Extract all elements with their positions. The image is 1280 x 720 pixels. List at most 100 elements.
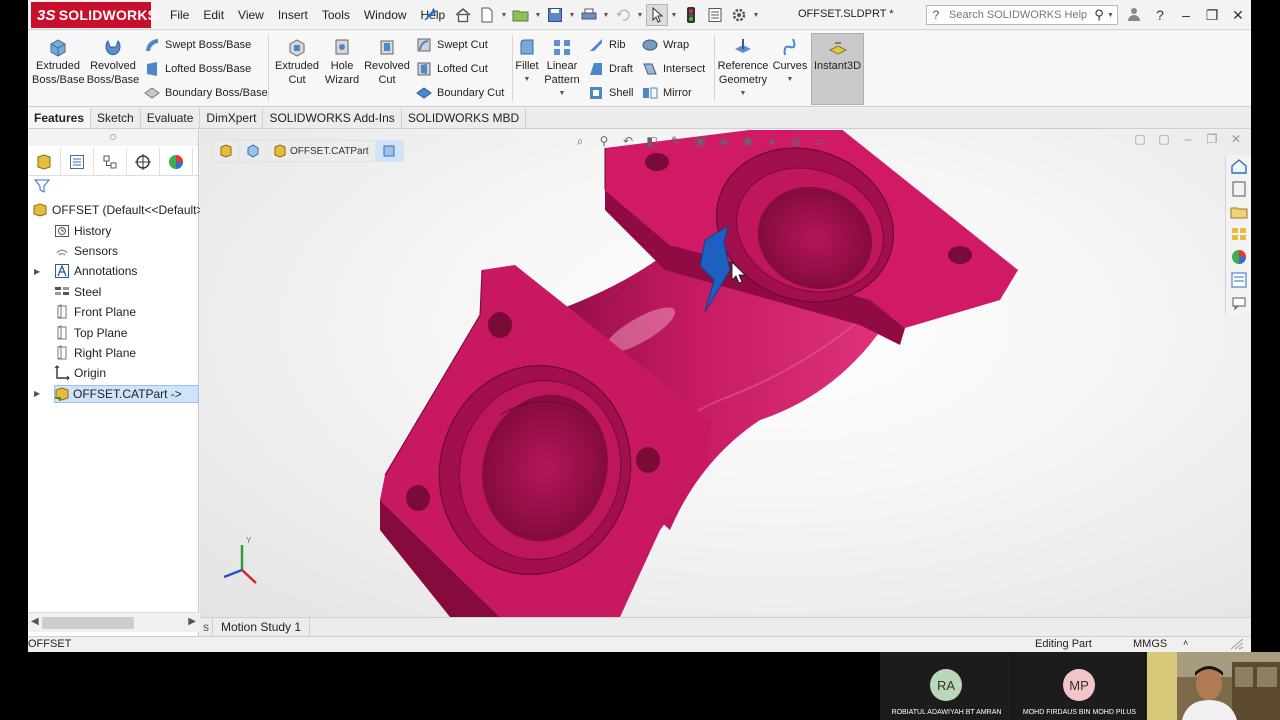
help-icon[interactable]: ? [1147, 7, 1173, 23]
previous-view-icon[interactable]: ↶ [618, 131, 638, 151]
chevron-down-icon[interactable]: ▼ [752, 4, 760, 26]
appearances-icon[interactable] [1226, 246, 1251, 269]
pin-menu-icon[interactable] [424, 7, 438, 21]
new-document-icon[interactable] [476, 4, 498, 26]
restore-icon[interactable]: ❐ [1199, 7, 1225, 24]
viewport-minimize-icon[interactable]: – [1179, 132, 1197, 146]
hole-wizard-button[interactable]: Hole Wizard [324, 37, 360, 87]
search-icon[interactable]: ⚲ [1091, 7, 1107, 23]
graphics-area[interactable]: OFFSET.CATPart ⌕ ⚲ ↶ ◧ ✎ ▣ ◈ ◉ ● ◍ ▭ ▢ ▢… [200, 130, 1251, 617]
displaymanager-tab-icon[interactable] [160, 148, 193, 176]
tab-mbd[interactable]: SOLIDWORKS MBD [402, 108, 527, 128]
swept-cut-button[interactable]: Swept Cut [416, 35, 488, 55]
chevron-down-icon[interactable]: ▼ [500, 4, 508, 26]
help-search-box[interactable]: ? Search SOLIDWORKS Help ⚲ ▼ [926, 5, 1118, 25]
custom-properties-icon[interactable] [1226, 269, 1251, 292]
select-cursor-icon[interactable] [646, 4, 668, 26]
menu-insert[interactable]: Insert [278, 8, 308, 22]
view-orientation-icon[interactable]: ▣ [690, 131, 710, 151]
scroll-right-icon[interactable]: ▶ [188, 616, 196, 627]
boundary-cut-button[interactable]: Boundary Cut [416, 83, 504, 103]
view-settings-icon[interactable]: ▭ [810, 131, 830, 151]
propertymanager-tab-icon[interactable] [61, 148, 94, 176]
menu-tools[interactable]: Tools [322, 8, 350, 22]
section-view-icon[interactable]: ◧ [642, 131, 662, 151]
menu-edit[interactable]: Edit [203, 8, 224, 22]
curves-button[interactable]: Curves ▼ [772, 37, 808, 87]
save-icon[interactable] [544, 4, 566, 26]
linear-pattern-button[interactable]: Linear Pattern ▼ [542, 37, 582, 101]
tree-item-right-plane[interactable]: Right Plane [28, 343, 198, 363]
chevron-down-icon[interactable]: ▼ [636, 4, 644, 26]
tree-item-origin[interactable]: Origin [28, 363, 198, 383]
unit-system-selector[interactable]: MMGS [1133, 638, 1167, 650]
zoom-area-icon[interactable]: ⚲ [594, 131, 614, 151]
participant-tile[interactable]: RA ROBIATUL ADAWIYAH BT AMRAN [880, 652, 1013, 720]
options-gear-icon[interactable] [728, 4, 750, 26]
tree-item-annotations[interactable]: ▶ Annotations [28, 261, 198, 281]
chevron-up-icon[interactable]: ˄ [1183, 638, 1188, 648]
breadcrumb-feature[interactable]: OFFSET.CATPart [267, 140, 376, 162]
revolved-boss-button[interactable]: Revolved Boss/Base [86, 37, 140, 87]
tree-item-imported-body[interactable]: ▶ OFFSET.CATPart -> [28, 384, 199, 404]
scrollbar-thumb[interactable] [42, 617, 134, 629]
file-properties-icon[interactable] [704, 4, 726, 26]
solidworks-logo[interactable]: 3S SOLIDWORKS [31, 2, 157, 28]
revolved-cut-button[interactable]: Revolved Cut [362, 37, 412, 87]
tree-item-material[interactable]: Steel [28, 282, 198, 302]
menu-window[interactable]: Window [364, 8, 407, 22]
hide-show-items-icon[interactable]: ◉ [738, 131, 758, 151]
file-explorer-icon[interactable] [1226, 201, 1251, 224]
tab-model-truncated[interactable]: s [200, 618, 213, 636]
rebuild-traffic-light-icon[interactable] [680, 4, 702, 26]
lofted-cut-button[interactable]: Lofted Cut [416, 59, 488, 79]
tree-item-front-plane[interactable]: Front Plane [28, 302, 198, 322]
swept-boss-button[interactable]: Swept Boss/Base [144, 35, 251, 55]
chevron-down-icon[interactable]: ▼ [1107, 12, 1117, 19]
viewport-restore-icon[interactable]: ❐ [1203, 132, 1221, 146]
expand-arrow-icon[interactable]: ▶ [34, 267, 40, 276]
viewport-split-icon[interactable]: ▢ [1131, 132, 1149, 146]
chevron-down-icon[interactable]: ▼ [772, 73, 808, 87]
chevron-down-icon[interactable]: ▼ [534, 4, 542, 26]
zoom-to-fit-icon[interactable]: ⌕ [570, 131, 590, 151]
mirror-button[interactable]: Mirror [642, 83, 692, 103]
tab-addins[interactable]: SOLIDWORKS Add-Ins [263, 108, 402, 128]
filter-icon[interactable] [33, 178, 51, 194]
scroll-left-icon[interactable]: ◀ [31, 616, 39, 627]
chevron-down-icon[interactable]: ▼ [542, 87, 582, 101]
tree-item-history[interactable]: History [28, 220, 198, 240]
expand-arrow-icon[interactable]: ▶ [34, 389, 40, 398]
participant-tile[interactable]: MP MOHD FIRDAUS BIN MOHD PILUS [1013, 652, 1146, 720]
wrap-button[interactable]: Wrap [642, 35, 689, 55]
fillet-button[interactable]: Fillet ▼ [514, 37, 540, 87]
tab-features[interactable]: Features [28, 108, 92, 128]
reference-geometry-button[interactable]: Reference Geometry ▼ [716, 37, 770, 101]
forum-icon[interactable] [1226, 292, 1251, 315]
print-icon[interactable] [578, 4, 600, 26]
tree-item-sensors[interactable]: Sensors [28, 241, 198, 261]
presenter-camera-feed[interactable] [1147, 652, 1280, 720]
breadcrumb-body-icon[interactable] [240, 140, 267, 162]
configurationmanager-tab-icon[interactable] [94, 148, 127, 176]
boundary-boss-button[interactable]: Boundary Boss/Base [144, 83, 268, 103]
tree-root[interactable]: OFFSET (Default<<Default>_ [28, 200, 210, 220]
undo-icon[interactable] [612, 4, 634, 26]
edit-appearance-icon[interactable]: ● [762, 131, 782, 151]
menu-file[interactable]: File [170, 8, 189, 22]
featuremanager-tab-icon[interactable] [28, 148, 61, 176]
offset-elbow-model[interactable] [200, 130, 1251, 617]
dimxpertmanager-tab-icon[interactable] [127, 148, 160, 176]
user-account-icon[interactable] [1121, 7, 1147, 24]
design-library-icon[interactable] [1226, 178, 1251, 201]
tab-dimxpert[interactable]: DimXpert [200, 108, 264, 128]
search-input[interactable]: Search SOLIDWORKS Help [945, 9, 1091, 21]
lofted-boss-button[interactable]: Lofted Boss/Base [144, 59, 251, 79]
rib-button[interactable]: Rib [588, 35, 626, 55]
panel-grip-icon[interactable] [110, 134, 116, 140]
chevron-down-icon[interactable]: ▼ [514, 73, 540, 87]
panel-horizontal-scrollbar[interactable]: ◀ ▶ [28, 612, 199, 632]
chevron-down-icon[interactable]: ▼ [670, 4, 678, 26]
tab-sketch[interactable]: Sketch [91, 108, 141, 128]
extruded-cut-button[interactable]: Extruded Cut [272, 37, 322, 87]
